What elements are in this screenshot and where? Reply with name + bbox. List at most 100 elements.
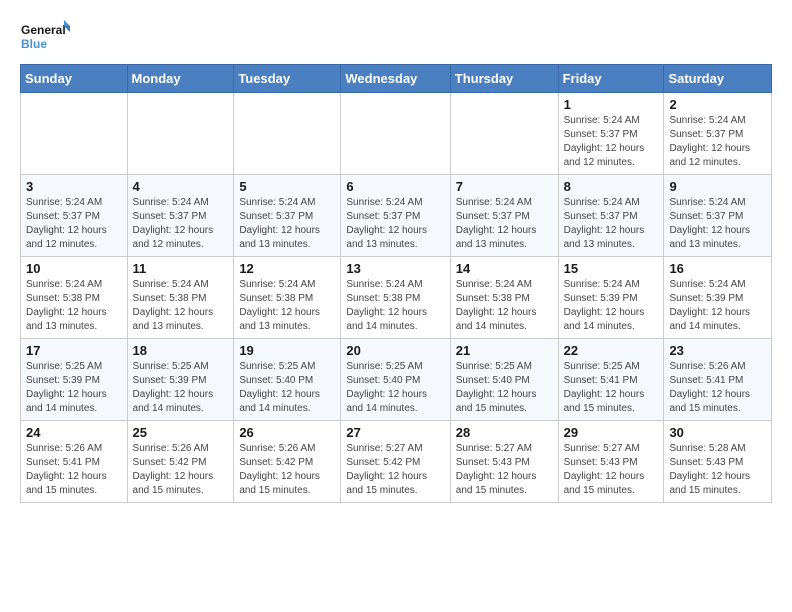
page-header: General Blue (20, 16, 772, 56)
day-number: 21 (456, 343, 553, 358)
day-number: 4 (133, 179, 229, 194)
calendar-cell: 21 Sunrise: 5:25 AMSunset: 5:40 PMDayligh… (450, 339, 558, 421)
day-number: 18 (133, 343, 229, 358)
weekday-header-row: SundayMondayTuesdayWednesdayThursdayFrid… (21, 65, 772, 93)
weekday-header-tuesday: Tuesday (234, 65, 341, 93)
day-info: Sunrise: 5:24 AMSunset: 5:37 PMDaylight:… (133, 196, 229, 252)
day-info: Sunrise: 5:24 AMSunset: 5:38 PMDaylight:… (456, 278, 553, 334)
week-row-3: 10 Sunrise: 5:24 AMSunset: 5:38 PMDayligh… (21, 257, 772, 339)
day-number: 1 (564, 97, 659, 112)
calendar-cell: 13 Sunrise: 5:24 AMSunset: 5:38 PMDayligh… (341, 257, 450, 339)
day-number: 3 (26, 179, 122, 194)
calendar-cell: 23 Sunrise: 5:26 AMSunset: 5:41 PMDayligh… (664, 339, 772, 421)
weekday-header-monday: Monday (127, 65, 234, 93)
day-number: 16 (669, 261, 766, 276)
day-number: 23 (669, 343, 766, 358)
calendar-cell: 15 Sunrise: 5:24 AMSunset: 5:39 PMDayligh… (558, 257, 664, 339)
day-info: Sunrise: 5:24 AMSunset: 5:37 PMDaylight:… (564, 114, 659, 170)
day-info: Sunrise: 5:24 AMSunset: 5:37 PMDaylight:… (564, 196, 659, 252)
day-info: Sunrise: 5:24 AMSunset: 5:38 PMDaylight:… (239, 278, 335, 334)
day-number: 17 (26, 343, 122, 358)
day-info: Sunrise: 5:27 AMSunset: 5:43 PMDaylight:… (564, 442, 659, 498)
logo-svg: General Blue (20, 16, 70, 56)
day-number: 7 (456, 179, 553, 194)
day-number: 26 (239, 425, 335, 440)
day-info: Sunrise: 5:26 AMSunset: 5:41 PMDaylight:… (669, 360, 766, 416)
day-number: 14 (456, 261, 553, 276)
calendar-cell: 16 Sunrise: 5:24 AMSunset: 5:39 PMDayligh… (664, 257, 772, 339)
week-row-2: 3 Sunrise: 5:24 AMSunset: 5:37 PMDaylight… (21, 175, 772, 257)
calendar-cell: 20 Sunrise: 5:25 AMSunset: 5:40 PMDayligh… (341, 339, 450, 421)
calendar-cell: 30 Sunrise: 5:28 AMSunset: 5:43 PMDayligh… (664, 421, 772, 503)
day-info: Sunrise: 5:25 AMSunset: 5:40 PMDaylight:… (239, 360, 335, 416)
logo: General Blue (20, 16, 70, 56)
week-row-5: 24Sunrise: 5:26 AMSunset: 5:41 PMDayligh… (21, 421, 772, 503)
day-info: Sunrise: 5:24 AMSunset: 5:37 PMDaylight:… (456, 196, 553, 252)
calendar-cell: 14 Sunrise: 5:24 AMSunset: 5:38 PMDayligh… (450, 257, 558, 339)
day-number: 6 (346, 179, 444, 194)
day-info: Sunrise: 5:25 AMSunset: 5:41 PMDaylight:… (564, 360, 659, 416)
weekday-header-sunday: Sunday (21, 65, 128, 93)
day-info: Sunrise: 5:24 AMSunset: 5:37 PMDaylight:… (669, 114, 766, 170)
day-number: 12 (239, 261, 335, 276)
calendar-cell (450, 93, 558, 175)
calendar-cell: 17 Sunrise: 5:25 AMSunset: 5:39 PMDayligh… (21, 339, 128, 421)
day-info: Sunrise: 5:25 AMSunset: 5:40 PMDaylight:… (346, 360, 444, 416)
day-info: Sunrise: 5:25 AMSunset: 5:39 PMDaylight:… (26, 360, 122, 416)
day-info: Sunrise: 5:24 AMSunset: 5:37 PMDaylight:… (346, 196, 444, 252)
day-info: Sunrise: 5:27 AMSunset: 5:42 PMDaylight:… (346, 442, 444, 498)
day-number: 29 (564, 425, 659, 440)
calendar-cell: 6 Sunrise: 5:24 AMSunset: 5:37 PMDaylight… (341, 175, 450, 257)
calendar-cell: 24Sunrise: 5:26 AMSunset: 5:41 PMDayligh… (21, 421, 128, 503)
calendar-cell: 25 Sunrise: 5:26 AMSunset: 5:42 PMDayligh… (127, 421, 234, 503)
svg-text:General: General (21, 23, 66, 37)
day-number: 28 (456, 425, 553, 440)
calendar-cell (341, 93, 450, 175)
calendar-cell: 10 Sunrise: 5:24 AMSunset: 5:38 PMDayligh… (21, 257, 128, 339)
week-row-1: 1 Sunrise: 5:24 AMSunset: 5:37 PMDaylight… (21, 93, 772, 175)
day-number: 8 (564, 179, 659, 194)
day-info: Sunrise: 5:26 AMSunset: 5:42 PMDaylight:… (239, 442, 335, 498)
calendar-cell: 5Sunrise: 5:24 AMSunset: 5:37 PMDaylight… (234, 175, 341, 257)
day-info: Sunrise: 5:24 AMSunset: 5:39 PMDaylight:… (669, 278, 766, 334)
weekday-header-thursday: Thursday (450, 65, 558, 93)
calendar-cell: 8 Sunrise: 5:24 AMSunset: 5:37 PMDaylight… (558, 175, 664, 257)
day-info: Sunrise: 5:28 AMSunset: 5:43 PMDaylight:… (669, 442, 766, 498)
calendar-cell: 18 Sunrise: 5:25 AMSunset: 5:39 PMDayligh… (127, 339, 234, 421)
day-info: Sunrise: 5:24 AMSunset: 5:39 PMDaylight:… (564, 278, 659, 334)
day-info: Sunrise: 5:26 AMSunset: 5:41 PMDaylight:… (26, 442, 122, 498)
day-number: 15 (564, 261, 659, 276)
calendar-cell (21, 93, 128, 175)
day-number: 25 (133, 425, 229, 440)
day-number: 30 (669, 425, 766, 440)
day-info: Sunrise: 5:25 AMSunset: 5:39 PMDaylight:… (133, 360, 229, 416)
week-row-4: 17 Sunrise: 5:25 AMSunset: 5:39 PMDayligh… (21, 339, 772, 421)
svg-text:Blue: Blue (21, 37, 47, 51)
day-number: 5 (239, 179, 335, 194)
weekday-header-saturday: Saturday (664, 65, 772, 93)
day-number: 2 (669, 97, 766, 112)
day-info: Sunrise: 5:27 AMSunset: 5:43 PMDaylight:… (456, 442, 553, 498)
day-info: Sunrise: 5:24 AMSunset: 5:38 PMDaylight:… (26, 278, 122, 334)
calendar-cell: 2 Sunrise: 5:24 AMSunset: 5:37 PMDaylight… (664, 93, 772, 175)
calendar-cell: 4 Sunrise: 5:24 AMSunset: 5:37 PMDaylight… (127, 175, 234, 257)
calendar-cell: 26 Sunrise: 5:26 AMSunset: 5:42 PMDayligh… (234, 421, 341, 503)
day-number: 20 (346, 343, 444, 358)
day-number: 22 (564, 343, 659, 358)
calendar-cell: 12 Sunrise: 5:24 AMSunset: 5:38 PMDayligh… (234, 257, 341, 339)
day-info: Sunrise: 5:26 AMSunset: 5:42 PMDaylight:… (133, 442, 229, 498)
day-info: Sunrise: 5:24 AMSunset: 5:37 PMDaylight:… (26, 196, 122, 252)
calendar-cell (234, 93, 341, 175)
calendar-cell: 9Sunrise: 5:24 AMSunset: 5:37 PMDaylight… (664, 175, 772, 257)
day-info: Sunrise: 5:25 AMSunset: 5:40 PMDaylight:… (456, 360, 553, 416)
day-info: Sunrise: 5:24 AMSunset: 5:37 PMDaylight:… (669, 196, 766, 252)
weekday-header-wednesday: Wednesday (341, 65, 450, 93)
day-number: 10 (26, 261, 122, 276)
day-number: 19 (239, 343, 335, 358)
calendar-cell: 22 Sunrise: 5:25 AMSunset: 5:41 PMDayligh… (558, 339, 664, 421)
calendar-cell: 28 Sunrise: 5:27 AMSunset: 5:43 PMDayligh… (450, 421, 558, 503)
calendar-table: SundayMondayTuesdayWednesdayThursdayFrid… (20, 64, 772, 503)
weekday-header-friday: Friday (558, 65, 664, 93)
day-info: Sunrise: 5:24 AMSunset: 5:38 PMDaylight:… (346, 278, 444, 334)
day-number: 13 (346, 261, 444, 276)
